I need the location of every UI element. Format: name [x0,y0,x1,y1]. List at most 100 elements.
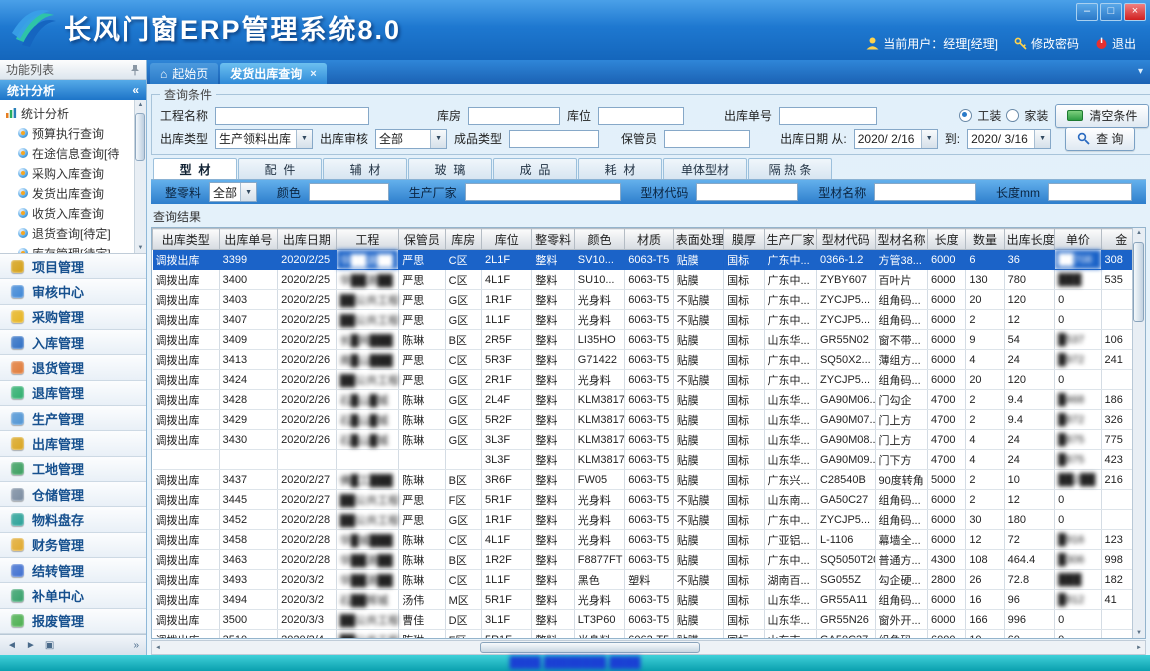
color-input[interactable] [309,183,389,201]
tab-close-icon[interactable]: × [310,68,316,80]
table-row[interactable]: 调拨出库34292020/2/26石█山█城陈琳G区5R2F整料KLM38176… [153,410,1142,430]
search-button[interactable]: 查 询 [1065,127,1135,151]
clear-conditions-button[interactable]: 清空条件 [1055,104,1149,128]
minimize-button[interactable]: – [1076,3,1098,21]
tree-item[interactable]: 收货入库查询 [5,203,134,223]
column-header[interactable]: 出库日期 [278,229,337,250]
location-input[interactable] [598,107,684,125]
table-row[interactable]: 调拨出库34452020/2/27██公共工程严思F区5R1F整料光身料6063… [153,490,1142,510]
manufacturer-input[interactable] [465,183,621,201]
radio-gongzhuang[interactable] [959,109,972,122]
column-header[interactable]: 出库类型 [153,229,220,250]
table-row[interactable]: 调拨出库34942020/3/2石██辉城汤伟M区5R1F整料光身料6063-T… [153,590,1142,610]
column-header[interactable]: 生产厂家 [764,229,816,250]
date-from-picker[interactable]: 2020/ 2/16 ▼ [854,129,938,149]
tab-home[interactable]: ⌂ 起始页 [150,63,218,84]
table-row[interactable]: 调拨出库34522020/2/28██公共工程严思G区1R1F整料光身料6063… [153,510,1142,530]
out-type-select[interactable]: 生产领料出库 ▼ [215,129,313,149]
monitor-icon[interactable]: ▣ [45,640,54,651]
sidebar-item[interactable]: 入库管理 [0,330,146,355]
column-header[interactable]: 工程 [336,229,399,250]
tree-scrollbar-thumb[interactable] [135,113,145,161]
material-tab[interactable]: 玻 璃 [408,158,492,179]
scroll-up-icon[interactable]: ▲ [1136,230,1142,236]
table-row[interactable]: 调拨出库34132020/2/26南█山███严思C区5R3F整料G714226… [153,350,1142,370]
sidebar-item[interactable]: 结转管理 [0,558,146,583]
sidebar-item[interactable]: 生产管理 [0,406,146,431]
whole-part-select[interactable]: 全部 ▼ [209,182,257,202]
order-no-input[interactable] [779,107,877,125]
table-row[interactable]: 调拨出库34002020/2/25华██源██严思C区4L1F整料SU10...… [153,270,1142,290]
change-password-button[interactable]: 修改密码 [1014,35,1079,52]
date-to-picker[interactable]: 2020/ 3/16 ▼ [967,129,1051,149]
project-name-input[interactable] [215,107,369,125]
horizontal-scrollbar[interactable]: ◄ ► [151,640,1146,655]
sidebar-item[interactable]: 报废管理 [0,609,146,634]
tree-item[interactable]: 发货出库查询 [5,183,134,203]
maximize-button[interactable]: □ [1100,3,1122,21]
sidebar-item[interactable]: 工地管理 [0,457,146,482]
scroll-down-icon[interactable]: ▼ [138,245,144,251]
table-row[interactable]: 调拨出库34282020/2/26石█山█城陈琳G区2L4F整料KLM38176… [153,390,1142,410]
table-row[interactable]: 调拨出库35002020/3/3██公共工程曹佳D区3L1F整料LT3P6060… [153,610,1142,630]
tree-item[interactable]: 采购入库查询 [5,163,134,183]
material-tab[interactable]: 辅 材 [323,158,407,179]
sidebar-item[interactable]: 审核中心 [0,279,146,304]
scroll-up-icon[interactable]: ▲ [138,102,144,108]
tree-item[interactable]: 在途信息查询[待 [5,143,134,163]
logout-button[interactable]: 退出 [1095,35,1136,52]
more-icon[interactable]: » [133,640,139,651]
scroll-right-icon[interactable]: ► [1136,645,1142,651]
tree-item[interactable]: 预算执行查询 [5,123,134,143]
column-header[interactable]: 型材名称 [875,229,927,250]
table-row[interactable]: 调拨出库34932020/3/2华██源██陈琳C区1L1F整料黑色塑料不贴膜国… [153,570,1142,590]
table-row[interactable]: 调拨出库34242020/2/26██公共工程严思G区2R1F整料光身料6063… [153,370,1142,390]
material-tab[interactable]: 型 材 [153,158,237,179]
column-header[interactable]: 表面处理 [673,229,723,250]
tree-item[interactable]: 退货查询[待定] [5,223,134,243]
column-header[interactable]: 出库长度 [1004,229,1054,250]
sidebar-item[interactable]: 财务管理 [0,533,146,558]
length-input[interactable] [1048,183,1132,201]
sidebar-item[interactable]: 退货管理 [0,355,146,380]
caret-down-icon[interactable]: ▼ [240,183,256,201]
column-header[interactable]: 材质 [625,229,673,250]
pager-right-icon[interactable]: ► [26,640,36,651]
table-row[interactable]: 调拨出库34092020/2/25长█网███陈琳B区2R5F整料LI35HO6… [153,330,1142,350]
column-header[interactable]: 长度 [927,229,965,250]
sidebar-item[interactable]: 采购管理 [0,305,146,330]
audit-select[interactable]: 全部 ▼ [375,129,447,149]
sidebar-item[interactable]: 出库管理 [0,431,146,456]
table-row[interactable]: 调拨出库35102020/3/4██公共工程陈琳F区5R1F整料光身料6063-… [153,630,1142,640]
column-header[interactable]: 库位 [481,229,531,250]
column-header[interactable]: 型材代码 [816,229,875,250]
table-row[interactable]: 调拨出库34582020/2/28华█城███陈琳C区4L1F整料光身料6063… [153,530,1142,550]
caret-down-icon[interactable]: ▼ [921,130,937,148]
table-row[interactable]: 调拨出库34032020/2/25██公共工程严思G区1R1F整料光身料6063… [153,290,1142,310]
caret-down-icon[interactable]: ▼ [296,130,312,148]
material-tab[interactable]: 隔 热 条 [748,158,832,179]
keeper-input[interactable] [664,130,750,148]
product-type-input[interactable] [509,130,599,148]
tab-list-caret-icon[interactable]: ▾ [1138,66,1143,77]
collapse-icon[interactable]: « [132,83,139,97]
close-button[interactable]: × [1124,3,1146,21]
material-tab[interactable]: 配 件 [238,158,322,179]
pin-icon[interactable] [130,64,140,76]
column-header[interactable]: 保管员 [399,229,445,250]
horizontal-scrollbar-thumb[interactable] [480,642,700,653]
column-header[interactable]: 数量 [966,229,1004,250]
scroll-down-icon[interactable]: ▼ [1136,630,1142,636]
pager-left-icon[interactable]: ◄ [7,640,17,651]
table-row[interactable]: 调拨出库34072020/2/25██公共工程严思G区1L1F整料光身料6063… [153,310,1142,330]
table-row[interactable]: 调拨出库34372020/2/27佛█工███陈琳B区3R6F整料FW05606… [153,470,1142,490]
sidebar-item[interactable]: 项目管理 [0,254,146,279]
table-row[interactable]: 调拨出库33992020/2/25华██源██严思C区2L1F整料SV10...… [153,250,1142,270]
table-row[interactable]: 3L3F整料KLM38176063-T5贴膜国标山东华...GA90M09...… [153,450,1142,470]
column-header[interactable]: 颜色 [574,229,624,250]
caret-down-icon[interactable]: ▼ [1034,130,1050,148]
column-header[interactable]: 单价 [1055,229,1101,250]
caret-down-icon[interactable]: ▼ [430,130,446,148]
sidebar-item[interactable]: 仓储管理 [0,482,146,507]
column-header[interactable]: 膜厚 [724,229,764,250]
